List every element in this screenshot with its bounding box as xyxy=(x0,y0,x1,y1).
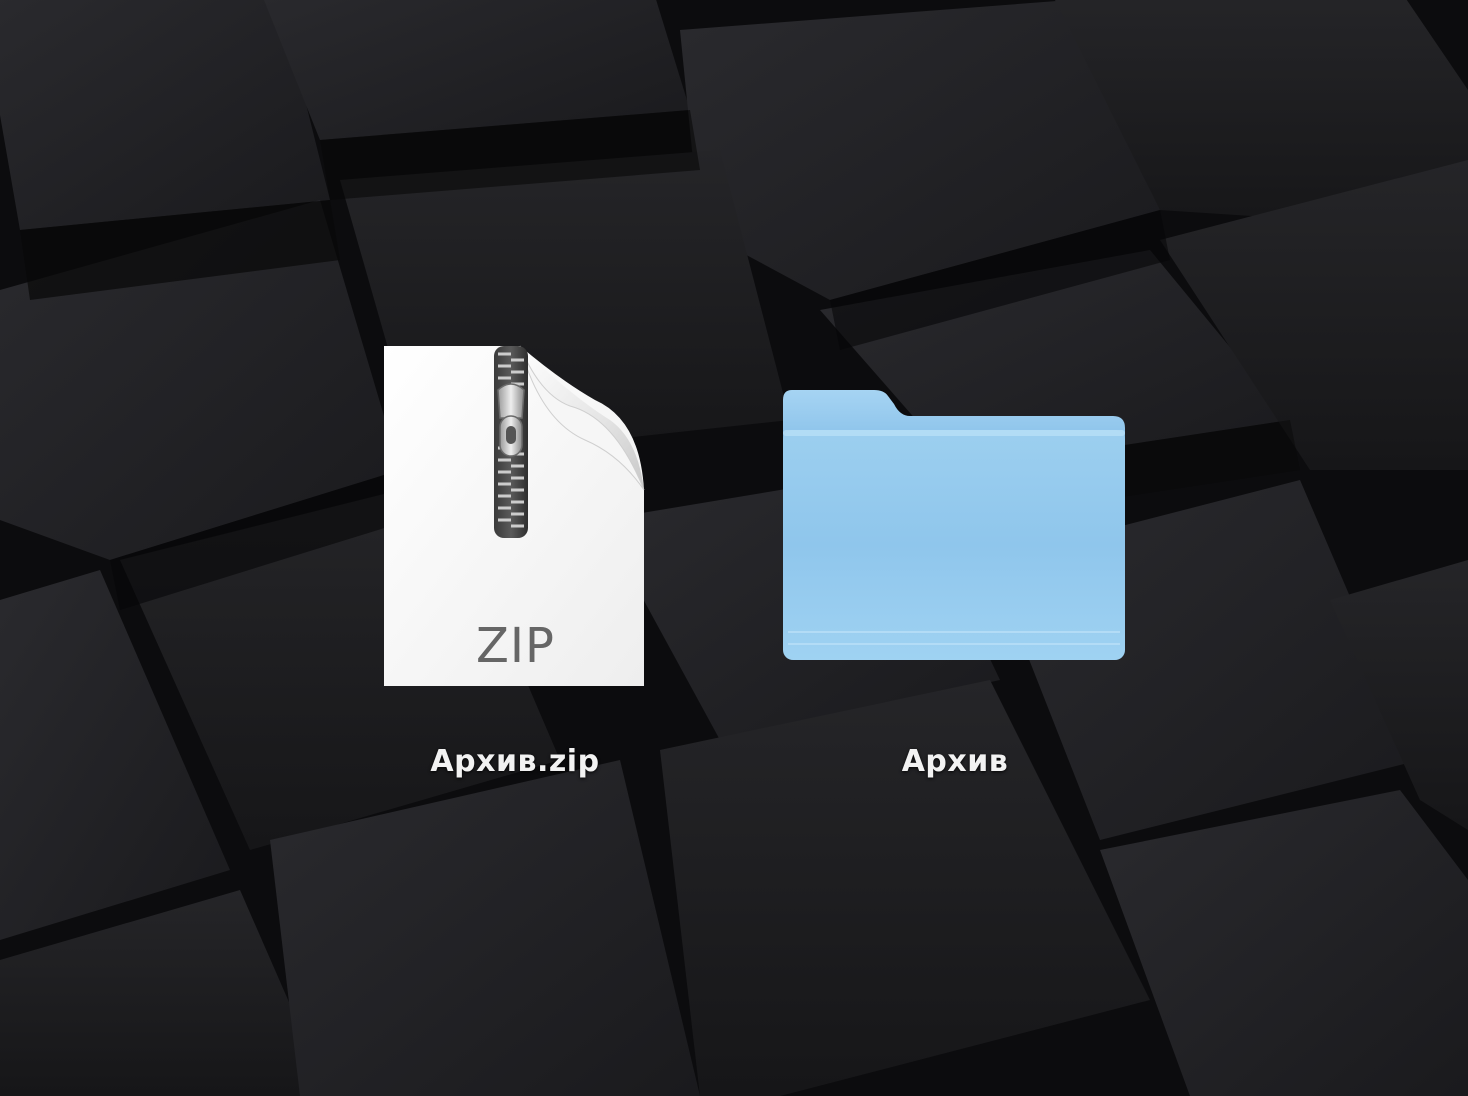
zip-file-label[interactable]: Архив.zip xyxy=(370,744,660,779)
zip-file-item[interactable]: ZIP Архив.zip xyxy=(370,340,660,800)
folder-label[interactable]: Архив xyxy=(770,744,1140,779)
folder-icon xyxy=(783,390,1125,660)
desktop-wallpaper xyxy=(0,0,1468,1096)
zip-type-badge: ZIP xyxy=(476,618,555,674)
folder-item[interactable]: Архив xyxy=(770,340,1140,800)
